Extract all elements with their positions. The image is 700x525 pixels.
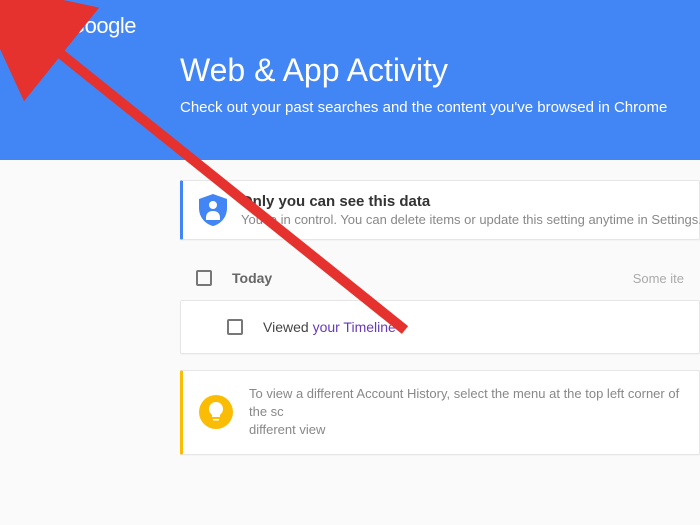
topbar: Google [0, 0, 700, 52]
hero: Web & App Activity Check out your past s… [0, 52, 700, 116]
item-text: Viewed your Timeline [263, 319, 396, 335]
tip-text: To view a different Account History, sel… [249, 385, 683, 440]
today-header: Today Some ite [180, 256, 700, 300]
menu-button[interactable] [10, 6, 50, 46]
privacy-card: Only you can see this data You're in con… [180, 180, 700, 240]
item-prefix: Viewed [263, 319, 313, 335]
tip-card: To view a different Account History, sel… [180, 370, 700, 455]
google-logo: Google [68, 13, 136, 39]
today-label: Today [232, 270, 272, 286]
shield-icon [199, 194, 227, 226]
privacy-text: Only you can see this data You're in con… [241, 193, 700, 227]
some-items-text: Some ite [633, 271, 684, 286]
hamburger-icon [21, 19, 39, 33]
item-link[interactable]: your Timeline [313, 319, 396, 335]
item-checkbox[interactable] [227, 319, 243, 335]
privacy-subtitle: You're in control. You can delete items … [241, 212, 700, 227]
activity-item[interactable]: Viewed your Timeline [180, 300, 700, 354]
page-subtitle: Check out your past searches and the con… [180, 99, 700, 116]
privacy-title: Only you can see this data [241, 193, 700, 210]
header-banner: Google Web & App Activity Check out your… [0, 0, 700, 160]
content: Only you can see this data You're in con… [0, 160, 700, 455]
select-all-checkbox[interactable] [196, 270, 212, 286]
lightbulb-icon [199, 395, 233, 429]
page-title: Web & App Activity [180, 52, 700, 89]
